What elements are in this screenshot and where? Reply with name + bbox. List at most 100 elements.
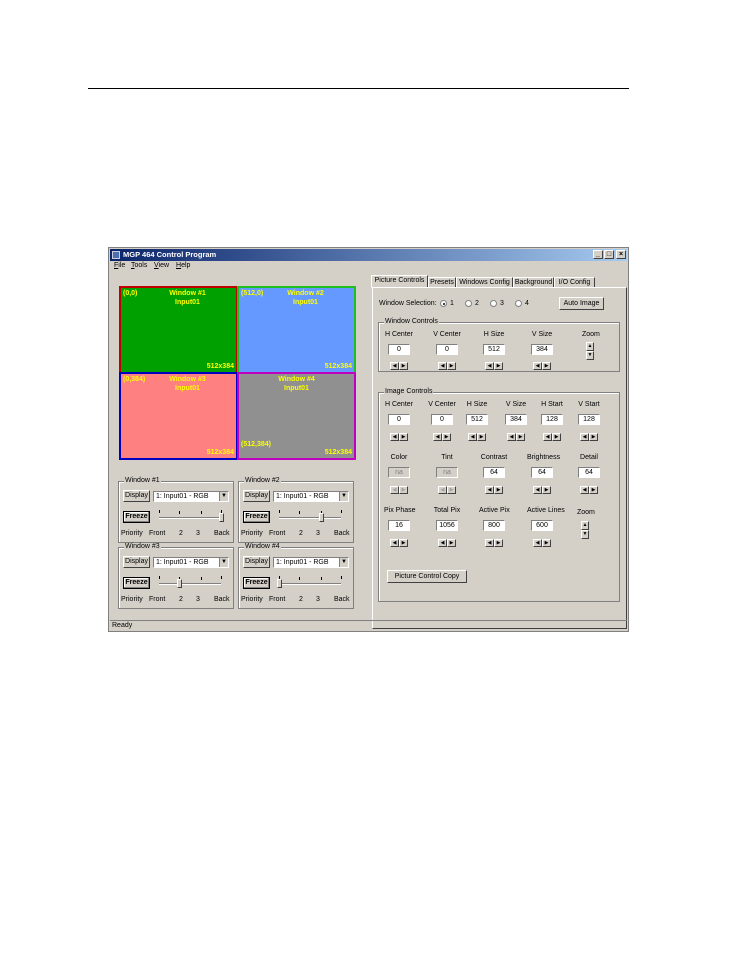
arrow-left-icon[interactable]: ◀ [533, 362, 542, 370]
preview-window-3[interactable]: (0,384) Window #3 Input01 512x384 [119, 372, 238, 460]
zoom-up-icon[interactable]: ▲ [586, 342, 594, 351]
arrow-left-icon[interactable]: ◀ [507, 433, 516, 441]
arrow-right-icon[interactable]: ▶ [516, 433, 525, 441]
value-spinner[interactable]: ◀ ▶ [485, 539, 503, 547]
window-zoom-spinner[interactable]: ▲ ▼ [586, 342, 594, 360]
value-spinner[interactable]: ◀ ▶ [468, 433, 486, 441]
menu-view[interactable]: View [154, 262, 169, 269]
value-field[interactable]: 0 [388, 414, 410, 425]
preview-window-4[interactable]: (512,384) Window #4 Input01 512x384 [237, 372, 356, 460]
preview-window-1[interactable]: (0,0) Window #1 Input01 512x384 [119, 286, 238, 374]
window-radio-1[interactable] [440, 300, 447, 307]
source-select[interactable]: 1: Input01 - RGB ▼ [273, 557, 349, 568]
value-field[interactable]: 0 [436, 344, 458, 355]
arrow-right-icon[interactable]: ▶ [589, 486, 598, 494]
value-spinner[interactable]: ◀ ▶ [485, 362, 503, 370]
value-field[interactable]: 64 [483, 467, 505, 478]
chevron-down-icon[interactable]: ▼ [219, 558, 228, 567]
value-field[interactable]: 512 [466, 414, 488, 425]
menu-file[interactable]: File [114, 262, 125, 269]
arrow-left-icon[interactable]: ◀ [438, 362, 447, 370]
value-field[interactable]: 64 [531, 467, 553, 478]
arrow-right-icon[interactable]: ▶ [399, 433, 408, 441]
arrow-left-icon[interactable]: ◀ [543, 433, 552, 441]
value-field[interactable]: 800 [483, 520, 505, 531]
value-field[interactable]: 1056 [436, 520, 458, 531]
value-spinner[interactable]: ◀ ▶ [438, 539, 456, 547]
window-radio-3[interactable] [490, 300, 497, 307]
source-select[interactable]: 1: Input01 - RGB ▼ [153, 557, 229, 568]
display-button[interactable]: Display [243, 556, 270, 568]
arrow-left-icon[interactable]: ◀ [485, 539, 494, 547]
arrow-left-icon[interactable]: ◀ [533, 539, 542, 547]
arrow-right-icon[interactable]: ▶ [442, 433, 451, 441]
value-field[interactable]: 128 [541, 414, 563, 425]
freeze-button[interactable]: Freeze [243, 511, 270, 523]
value-spinner[interactable]: ◀ ▶ [390, 433, 408, 441]
zoom-down-icon[interactable]: ▼ [586, 351, 594, 360]
value-field[interactable]: 0 [388, 344, 410, 355]
value-spinner[interactable]: ◀ ▶ [507, 433, 525, 441]
priority-slider-thumb[interactable] [277, 579, 282, 588]
close-button[interactable]: × [616, 250, 626, 259]
arrow-right-icon[interactable]: ▶ [542, 362, 551, 370]
value-field[interactable]: 128 [578, 414, 600, 425]
value-field[interactable]: 16 [388, 520, 410, 531]
source-select[interactable]: 1: Input01 - RGB ▼ [273, 491, 349, 502]
value-field[interactable]: 384 [505, 414, 527, 425]
freeze-button[interactable]: Freeze [243, 577, 270, 589]
arrow-right-icon[interactable]: ▶ [494, 539, 503, 547]
arrow-left-icon[interactable]: ◀ [438, 539, 447, 547]
priority-slider-thumb[interactable] [177, 579, 183, 588]
picture-control-copy-button[interactable]: Picture Control Copy [387, 570, 467, 583]
image-zoom-spinner[interactable]: ▲ ▼ [581, 521, 589, 539]
chevron-down-icon[interactable]: ▼ [339, 558, 348, 567]
arrow-right-icon[interactable]: ▶ [552, 433, 561, 441]
arrow-left-icon[interactable]: ◀ [433, 433, 442, 441]
display-button[interactable]: Display [243, 490, 270, 502]
arrow-right-icon[interactable]: ▶ [589, 433, 598, 441]
value-spinner[interactable]: ◀ ▶ [533, 539, 551, 547]
arrow-left-icon[interactable]: ◀ [580, 486, 589, 494]
zoom-up-icon[interactable]: ▲ [581, 521, 589, 530]
menu-tools[interactable]: Tools [131, 262, 147, 269]
source-select[interactable]: 1: Input01 - RGB ▼ [153, 491, 229, 502]
value-spinner[interactable]: ◀ ▶ [533, 362, 551, 370]
value-spinner[interactable]: ◀ ▶ [533, 486, 551, 494]
arrow-left-icon[interactable]: ◀ [390, 539, 399, 547]
arrow-right-icon[interactable]: ▶ [399, 539, 408, 547]
window-radio-2[interactable] [465, 300, 472, 307]
freeze-button[interactable]: Freeze [123, 577, 150, 589]
arrow-left-icon[interactable]: ◀ [533, 486, 542, 494]
preview-window-2[interactable]: (512,0) Window #2 Input01 512x384 [237, 286, 356, 374]
value-field[interactable]: 64 [578, 467, 600, 478]
arrow-right-icon[interactable]: ▶ [477, 433, 486, 441]
value-spinner[interactable]: ◀ ▶ [390, 362, 408, 370]
arrow-right-icon[interactable]: ▶ [447, 362, 456, 370]
arrow-left-icon[interactable]: ◀ [580, 433, 589, 441]
value-field[interactable]: 384 [531, 344, 553, 355]
arrow-left-icon[interactable]: ◀ [485, 362, 494, 370]
arrow-right-icon[interactable]: ▶ [542, 486, 551, 494]
display-button[interactable]: Display [123, 490, 150, 502]
value-field[interactable]: 512 [483, 344, 505, 355]
arrow-right-icon[interactable]: ▶ [494, 486, 503, 494]
minimize-button[interactable]: _ [593, 250, 603, 259]
window-radio-4[interactable] [515, 300, 522, 307]
priority-slider-thumb[interactable] [219, 513, 224, 522]
value-spinner[interactable]: ◀ ▶ [390, 539, 408, 547]
value-spinner[interactable]: ◀ ▶ [580, 486, 598, 494]
display-button[interactable]: Display [123, 556, 150, 568]
menu-help[interactable]: Help [176, 262, 190, 269]
value-spinner[interactable]: ◀ ▶ [433, 433, 451, 441]
freeze-button[interactable]: Freeze [123, 511, 150, 523]
value-spinner[interactable]: ◀ ▶ [580, 433, 598, 441]
chevron-down-icon[interactable]: ▼ [339, 492, 348, 501]
arrow-left-icon[interactable]: ◀ [390, 362, 399, 370]
value-field[interactable]: 0 [431, 414, 453, 425]
arrow-left-icon[interactable]: ◀ [485, 486, 494, 494]
arrow-left-icon[interactable]: ◀ [468, 433, 477, 441]
chevron-down-icon[interactable]: ▼ [219, 492, 228, 501]
maximize-button[interactable]: □ [604, 250, 614, 259]
value-spinner[interactable]: ◀ ▶ [438, 362, 456, 370]
